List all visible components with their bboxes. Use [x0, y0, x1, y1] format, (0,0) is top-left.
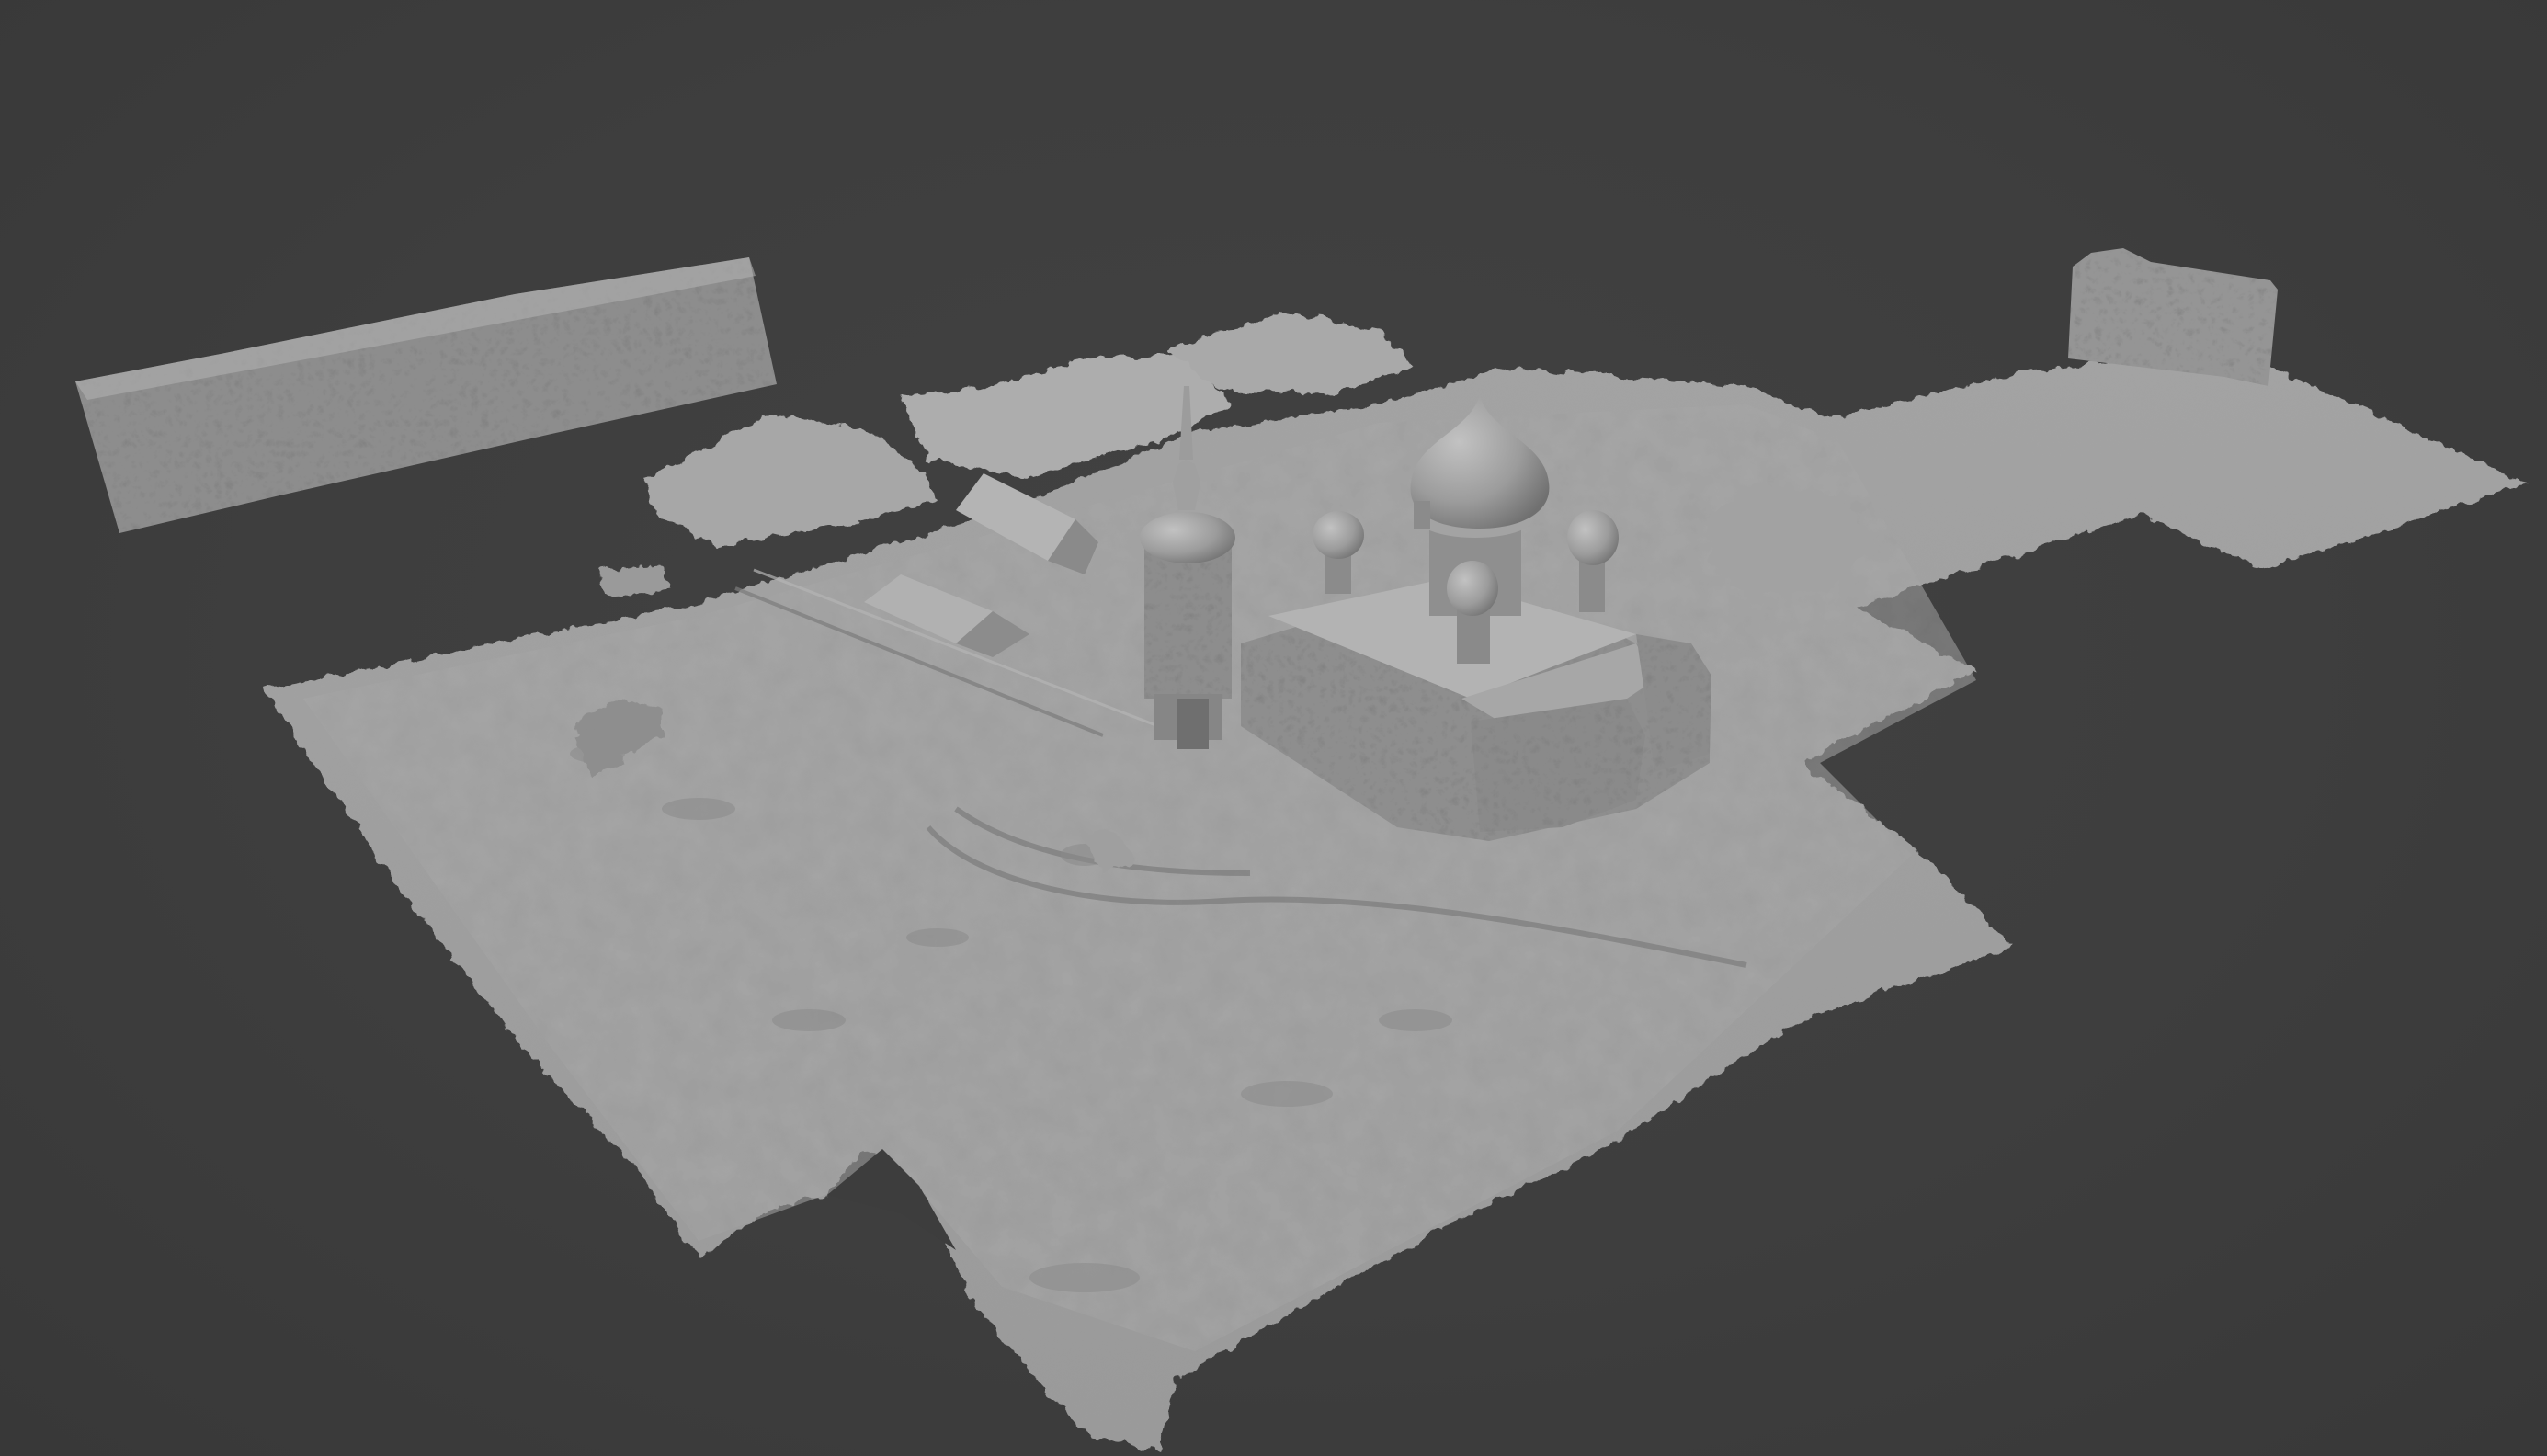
terrain-mesh[interactable] [265, 354, 2528, 1452]
scene-canvas[interactable] [0, 0, 2547, 1456]
3d-viewport[interactable] [0, 0, 2547, 1456]
